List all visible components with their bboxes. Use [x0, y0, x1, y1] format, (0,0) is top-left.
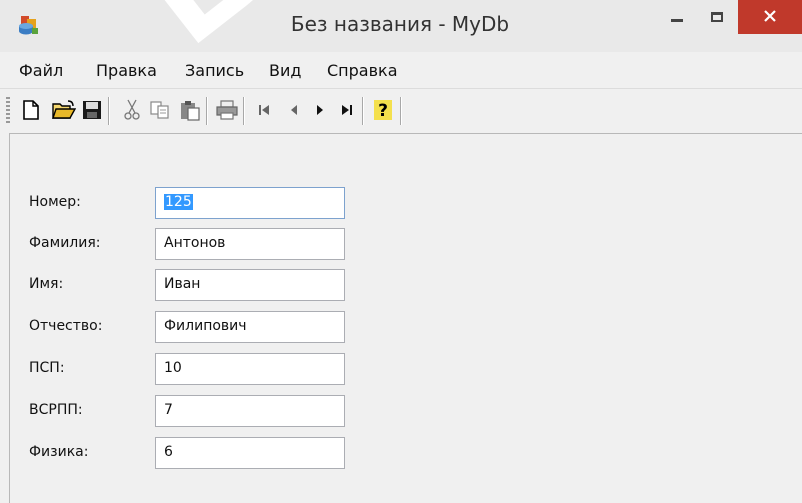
menu-edit[interactable]: Правка [96, 61, 157, 80]
svg-text:?: ? [378, 101, 388, 121]
close-icon [763, 8, 777, 27]
patronymic-field[interactable]: Филипович [155, 311, 345, 343]
last-record-icon[interactable] [335, 98, 359, 122]
first-record-icon[interactable] [252, 98, 276, 122]
previous-record-icon[interactable] [282, 98, 306, 122]
label-last-name: Фамилия: [29, 235, 101, 251]
app-icon [18, 14, 40, 36]
help-icon[interactable]: ? [371, 98, 395, 122]
record-form [9, 133, 802, 503]
minimize-button[interactable] [657, 0, 697, 34]
minimize-icon [671, 13, 683, 22]
label-vsrpp: ВСРПП: [29, 402, 83, 418]
last-name-field[interactable]: Антонов [155, 228, 345, 260]
toolbar-grip[interactable] [6, 97, 10, 123]
menu-file[interactable]: Файл [19, 61, 63, 80]
vsrpp-field[interactable]: 7 [155, 395, 345, 427]
title-bar: Без названия - MyDb [0, 0, 802, 52]
label-first-name: Имя: [29, 276, 64, 292]
maximize-icon [711, 12, 723, 22]
new-document-icon[interactable] [19, 98, 43, 122]
psp-field[interactable]: 10 [155, 353, 345, 385]
paste-icon[interactable] [178, 98, 202, 122]
print-icon[interactable] [215, 98, 239, 122]
toolbar-separator [108, 97, 110, 125]
window-title: Без названия - MyDb [290, 12, 510, 36]
label-psp: ПСП: [29, 360, 65, 376]
app-window: Без названия - MyDb Файл Правка Запись В… [0, 0, 802, 503]
menu-help[interactable]: Справка [327, 61, 398, 80]
toolbar-separator [400, 97, 402, 125]
menu-record[interactable]: Запись [185, 61, 244, 80]
first-name-field[interactable]: Иван [155, 269, 345, 301]
next-record-icon[interactable] [308, 98, 332, 122]
label-patronymic: Отчество: [29, 318, 103, 334]
label-physics: Физика: [29, 444, 89, 460]
open-folder-icon[interactable] [52, 98, 76, 122]
number-value: 125 [164, 194, 193, 210]
toolbar-separator [362, 97, 364, 125]
copy-icon[interactable] [148, 98, 172, 122]
physics-field[interactable]: 6 [155, 437, 345, 469]
toolbar: ? [0, 89, 802, 133]
toolbar-separator [243, 97, 245, 125]
label-number: Номер: [29, 194, 81, 210]
close-button[interactable] [738, 0, 802, 34]
number-field[interactable]: 125 [155, 187, 345, 219]
cut-icon[interactable] [120, 98, 144, 122]
menu-bar: Файл Правка Запись Вид Справка [0, 52, 802, 89]
save-icon[interactable] [80, 98, 104, 122]
menu-view[interactable]: Вид [269, 61, 301, 80]
toolbar-separator [206, 97, 208, 125]
maximize-button[interactable] [697, 0, 737, 34]
